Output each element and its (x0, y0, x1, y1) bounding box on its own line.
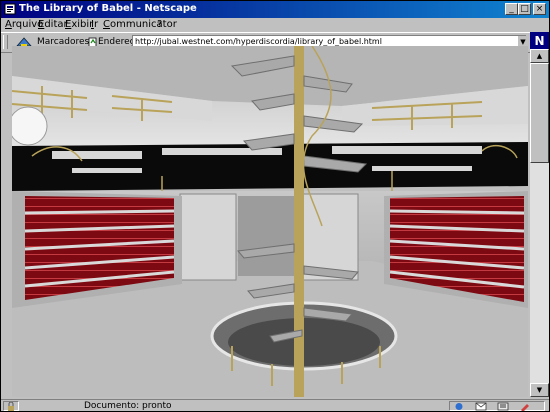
page-viewport[interactable] (12, 46, 528, 397)
lock-icon (8, 402, 14, 411)
title-bar[interactable]: The Library of Babel - Netscape _ □ × (1, 1, 549, 18)
scroll-up-button[interactable]: ▲ (530, 49, 549, 63)
scroll-down-button[interactable]: ▼ (530, 383, 549, 397)
toolbar-grip[interactable] (3, 35, 8, 49)
vertical-scrollbar[interactable]: ▲ ▼ (530, 49, 549, 397)
status-text: Documento: pronto (84, 401, 172, 411)
menu-ir[interactable]: Ir (91, 19, 98, 30)
menu-exibir[interactable]: Exibir (65, 19, 93, 30)
menu-bar: Arquivo Editar Exibir Ir Communicator ? (1, 18, 549, 32)
status-bar: Documento: pronto (1, 399, 549, 412)
netscape-page-icon (4, 3, 16, 15)
window-title: The Library of Babel - Netscape (19, 3, 197, 14)
news-icon[interactable] (497, 402, 509, 411)
composer-icon[interactable] (519, 402, 531, 411)
menu-help[interactable]: ? (157, 19, 162, 30)
browser-window: The Library of Babel - Netscape _ □ × Ar… (0, 0, 550, 412)
maximize-button[interactable]: □ (518, 3, 531, 15)
menu-communicator[interactable]: Communicator (103, 19, 177, 30)
mail-icon[interactable] (475, 402, 487, 411)
library-of-babel-scene (12, 46, 528, 397)
minimize-button[interactable]: _ (505, 3, 518, 15)
menu-editar[interactable]: Editar (38, 19, 68, 30)
navigator-icon[interactable] (453, 402, 465, 411)
scroll-thumb[interactable] (530, 63, 549, 163)
close-button[interactable]: × (533, 3, 546, 15)
